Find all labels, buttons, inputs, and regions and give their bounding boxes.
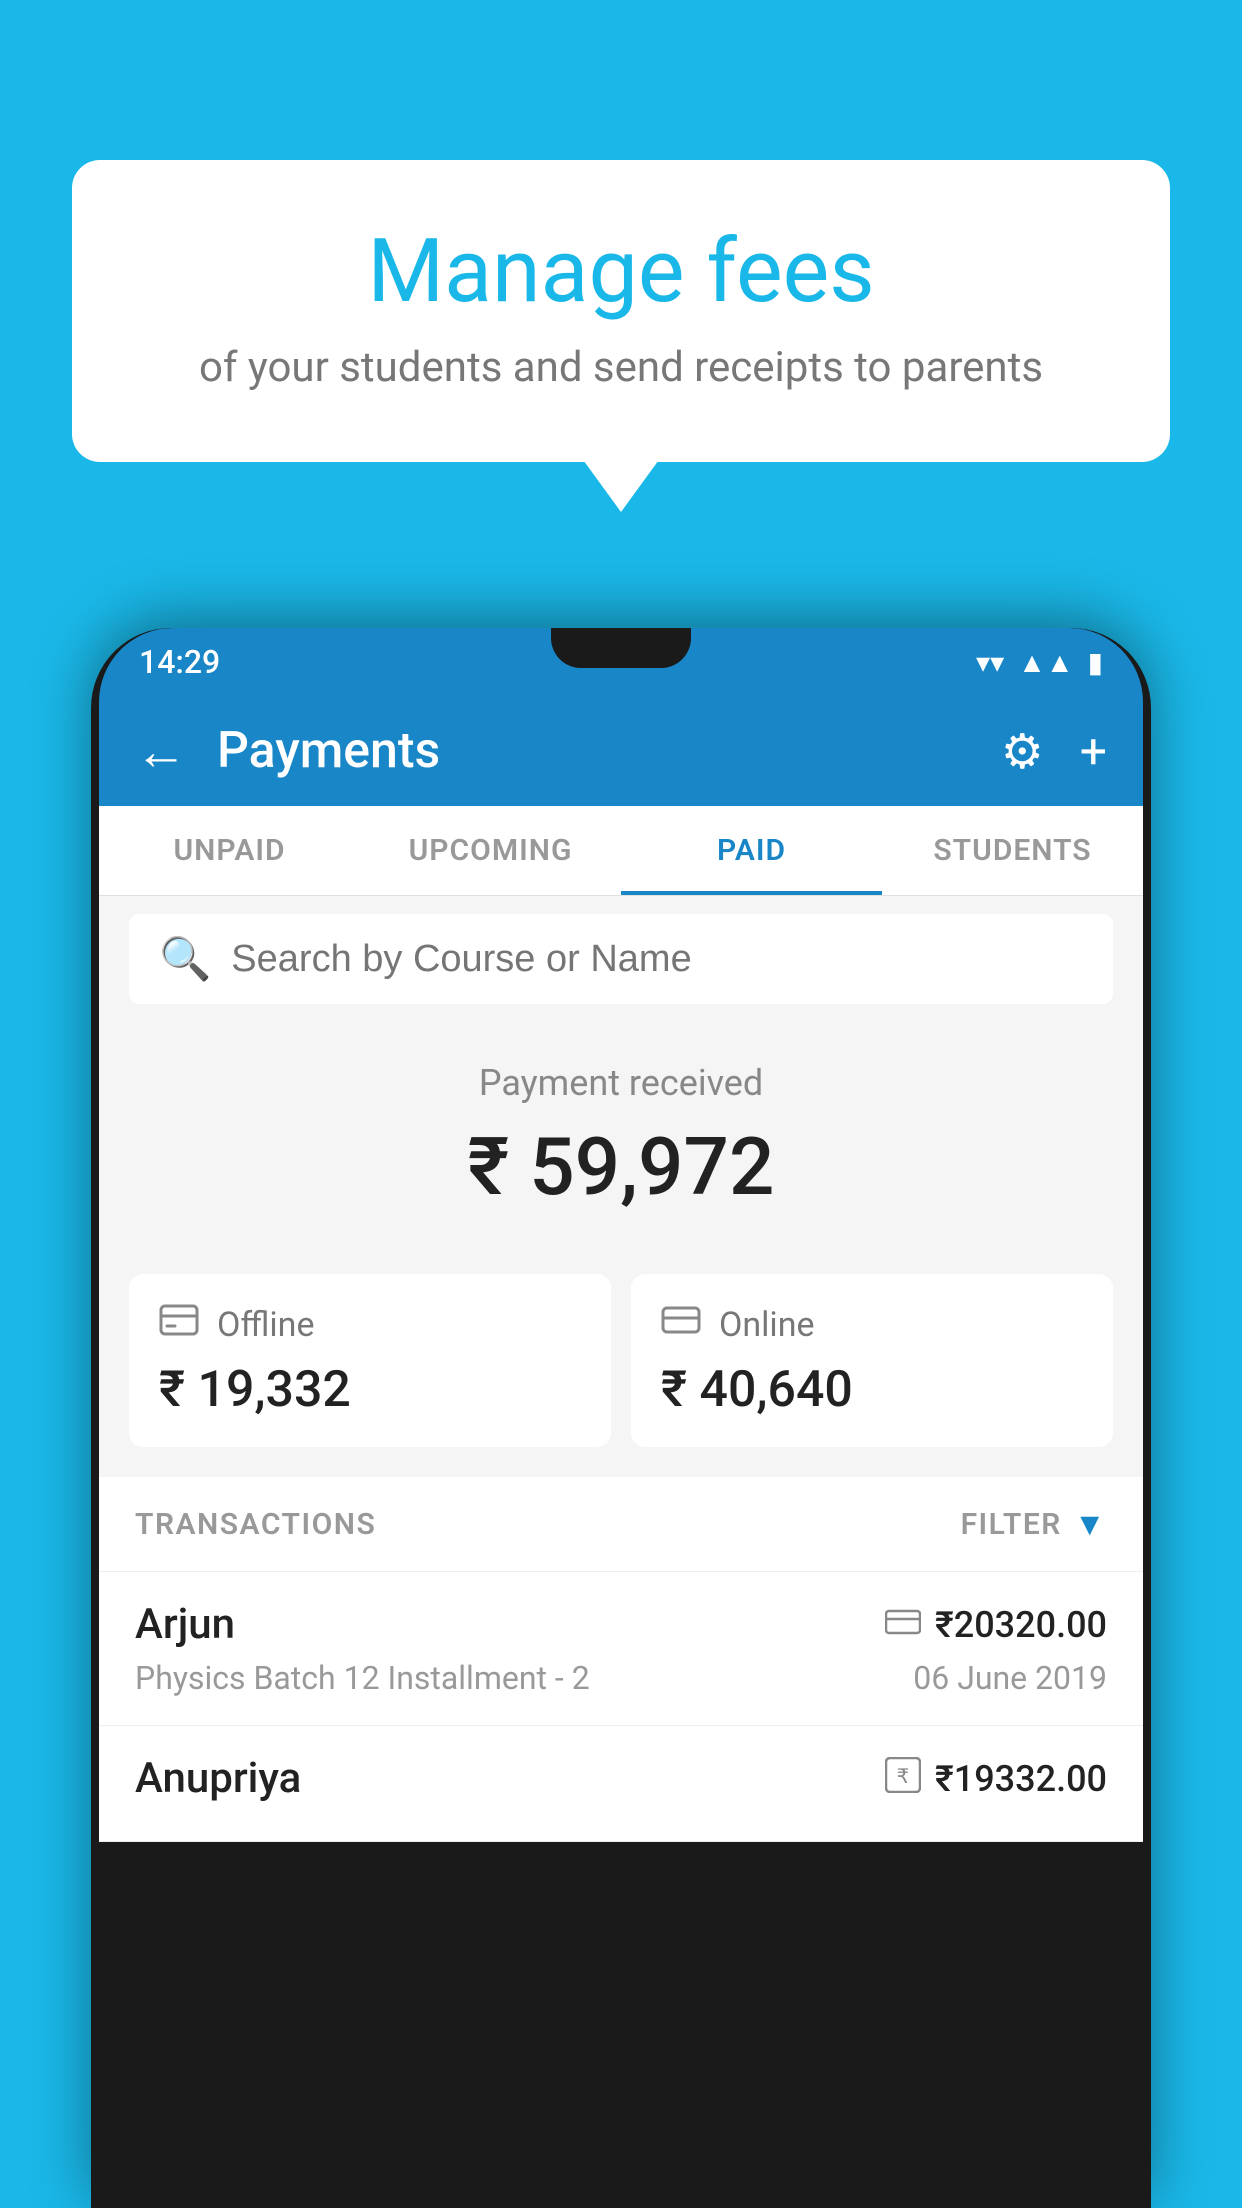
- app-bar-icons: ⚙ +: [1001, 723, 1107, 780]
- status-time: 14:29: [139, 643, 220, 681]
- filter-button[interactable]: FILTER ▼: [961, 1505, 1107, 1543]
- tab-upcoming[interactable]: UPCOMING: [360, 806, 621, 895]
- student-name: Anupriya: [135, 1754, 301, 1803]
- status-icons: ▾▾ ▲▲ ▮: [976, 646, 1103, 679]
- transactions-label: TRANSACTIONS: [135, 1507, 376, 1542]
- online-label: Online: [719, 1305, 815, 1345]
- signal-icon: ▲▲: [1018, 646, 1073, 679]
- svg-text:₹: ₹: [897, 1766, 910, 1788]
- amount-column: ₹20320.00: [885, 1604, 1107, 1646]
- notch: [551, 628, 691, 668]
- payment-cards-row: Offline ₹ 19,332 Online ₹ 40,640: [99, 1274, 1143, 1477]
- back-button[interactable]: ←: [135, 721, 187, 782]
- transaction-row-bottom: Physics Batch 12 Installment - 2 06 June…: [135, 1659, 1107, 1697]
- search-bar[interactable]: 🔍: [129, 914, 1113, 1004]
- online-card-header: Online: [661, 1302, 1083, 1347]
- credit-card-icon: [885, 1606, 921, 1644]
- tab-students[interactable]: STUDENTS: [882, 806, 1143, 895]
- tabs-bar: UNPAID UPCOMING PAID STUDENTS: [99, 806, 1143, 896]
- bubble-subtext: of your students and send receipts to pa…: [122, 343, 1120, 392]
- offline-icon: [159, 1302, 199, 1347]
- app-bar: ← Payments ⚙ +: [99, 696, 1143, 806]
- transaction-row[interactable]: Anupriya ₹ ₹19332.00: [99, 1726, 1143, 1842]
- tab-paid[interactable]: PAID: [621, 806, 882, 895]
- phone-inner: 14:29 ▾▾ ▲▲ ▮ ← Payments ⚙ + UNPAID UPCO…: [99, 628, 1143, 2208]
- date-info: 06 June 2019: [913, 1659, 1107, 1697]
- transaction-row-top: Arjun ₹20320.00: [135, 1600, 1107, 1649]
- phone-frame: 14:29 ▾▾ ▲▲ ▮ ← Payments ⚙ + UNPAID UPCO…: [91, 628, 1151, 2208]
- wifi-icon: ▾▾: [976, 646, 1004, 679]
- payment-received-section: Payment received ₹ 59,972: [99, 1022, 1143, 1274]
- online-icon: [661, 1302, 701, 1347]
- offline-label: Offline: [217, 1305, 314, 1345]
- amount-column: ₹ ₹19332.00: [885, 1757, 1107, 1801]
- transaction-row-top: Anupriya ₹ ₹19332.00: [135, 1754, 1107, 1803]
- search-input[interactable]: [231, 938, 1083, 981]
- battery-icon: ▮: [1088, 646, 1103, 679]
- transaction-row[interactable]: Arjun ₹20320.00 Physics Batch 12 Install…: [99, 1572, 1143, 1726]
- bubble-heading: Manage fees: [122, 220, 1120, 323]
- settings-icon[interactable]: ⚙: [1001, 723, 1044, 780]
- offline-amount: ₹ 19,332: [159, 1361, 581, 1419]
- filter-label: FILTER: [961, 1507, 1062, 1542]
- transaction-amount: ₹19332.00: [935, 1758, 1107, 1800]
- online-amount: ₹ 40,640: [661, 1361, 1083, 1419]
- transactions-header: TRANSACTIONS FILTER ▼: [99, 1477, 1143, 1572]
- page-title: Payments: [217, 722, 1001, 780]
- offline-card: Offline ₹ 19,332: [129, 1274, 611, 1447]
- search-container: 🔍: [99, 896, 1143, 1022]
- course-info: Physics Batch 12 Installment - 2: [135, 1659, 590, 1697]
- search-icon: 🔍: [159, 935, 211, 984]
- offline-card-header: Offline: [159, 1302, 581, 1347]
- tab-unpaid[interactable]: UNPAID: [99, 806, 360, 895]
- online-card: Online ₹ 40,640: [631, 1274, 1113, 1447]
- filter-icon: ▼: [1074, 1505, 1107, 1543]
- speech-bubble: Manage fees of your students and send re…: [72, 160, 1170, 462]
- payment-received-amount: ₹ 59,972: [129, 1120, 1113, 1214]
- student-name: Arjun: [135, 1600, 235, 1649]
- rupee-icon: ₹: [885, 1757, 921, 1801]
- status-bar: 14:29 ▾▾ ▲▲ ▮: [99, 628, 1143, 696]
- transaction-amount: ₹20320.00: [935, 1604, 1107, 1646]
- add-icon[interactable]: +: [1080, 723, 1107, 780]
- payment-received-label: Payment received: [129, 1062, 1113, 1104]
